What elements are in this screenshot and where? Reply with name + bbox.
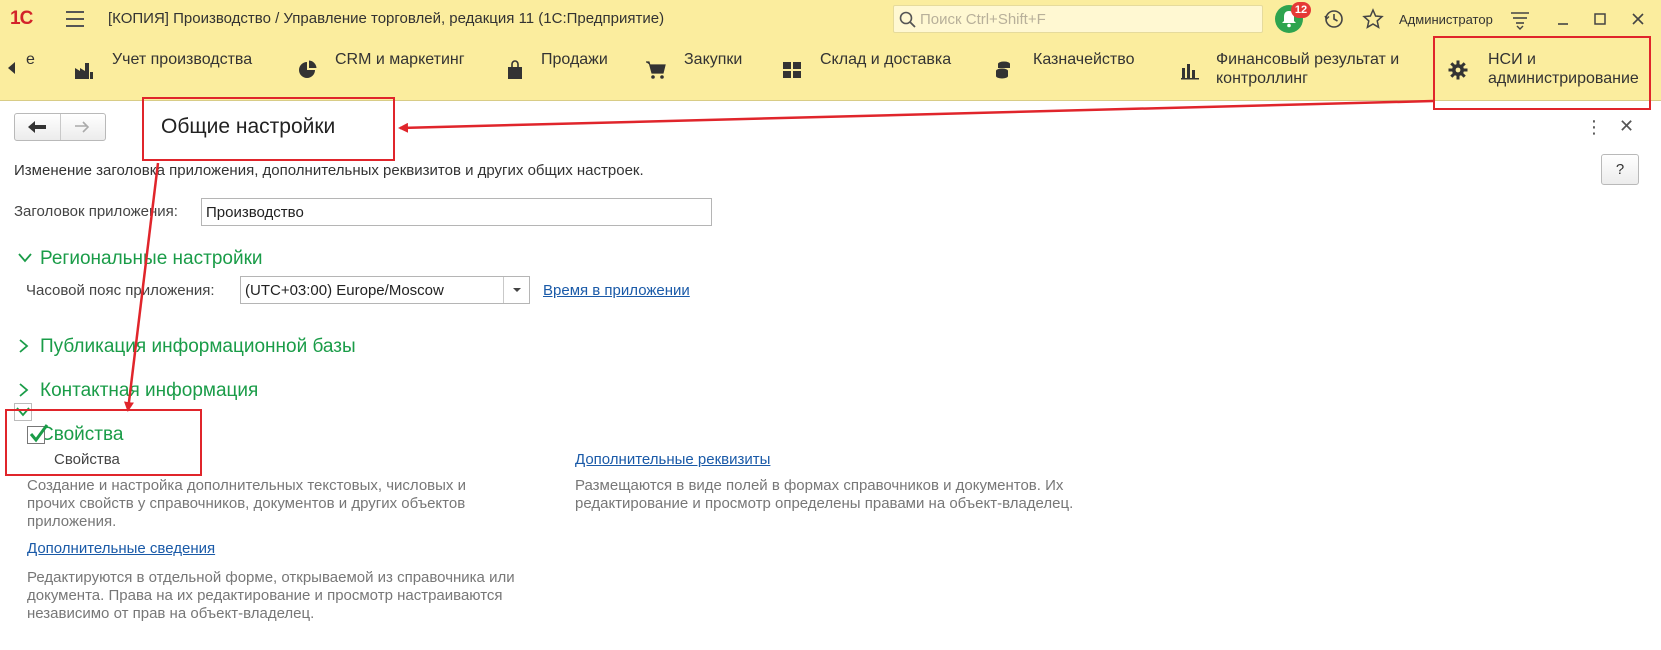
form-description: Изменение заголовка приложения, дополнит…: [14, 162, 644, 179]
chevron-down-icon[interactable]: [503, 277, 529, 303]
shopping-bag-icon: [505, 60, 525, 80]
section-sales[interactable]: Продажи: [541, 50, 608, 69]
timezone-value: (UTC+03:00) Europe/Moscow: [245, 282, 444, 299]
menu-icon[interactable]: [66, 11, 84, 27]
section-crm[interactable]: CRM и маркетинг: [335, 50, 465, 69]
timezone-select[interactable]: (UTC+03:00) Europe/Moscow: [240, 276, 530, 304]
regional-settings-header[interactable]: Региональные настройки: [40, 248, 263, 270]
bar-chart-icon: [1180, 60, 1200, 80]
coins-icon: [994, 60, 1014, 80]
minimize-button[interactable]: [1552, 8, 1574, 30]
arrow-right-icon: [74, 121, 89, 133]
app-time-link[interactable]: Время в приложении: [543, 282, 690, 299]
window-title: [КОПИЯ] Производство / Управление торгов…: [108, 10, 665, 27]
user-name[interactable]: Администратор: [1399, 12, 1493, 27]
warehouse-grid-icon: [782, 60, 802, 80]
app-title-input[interactable]: Производство: [201, 198, 712, 226]
history-icon[interactable]: [1323, 8, 1345, 30]
annotation-box-title: [142, 97, 395, 161]
help-button[interactable]: ?: [1601, 154, 1639, 185]
search-placeholder: Поиск Ctrl+Shift+F: [920, 11, 1046, 28]
extra-info-link[interactable]: Дополнительные сведения: [27, 540, 215, 557]
extra-attributes-link[interactable]: Дополнительные реквизиты: [575, 451, 770, 468]
notifications-badge: 12: [1291, 2, 1311, 18]
extra-info-note: Редактируются в отдельной форме, открыва…: [27, 569, 515, 622]
extra-attributes-note: Размещаются в виде полей в формах справо…: [575, 477, 1074, 512]
back-button[interactable]: [15, 114, 60, 140]
factory-icon: [74, 60, 94, 80]
forward-button[interactable]: [59, 114, 106, 140]
app-title-label: Заголовок приложения:: [14, 203, 178, 220]
arrow-left-icon: [28, 121, 47, 133]
close-form-icon[interactable]: ✕: [1619, 116, 1634, 137]
maximize-button[interactable]: [1589, 8, 1611, 30]
properties-note: Создание и настройка дополнительных текс…: [27, 477, 466, 530]
settings-menu-icon[interactable]: [1509, 8, 1531, 30]
cart-icon: [645, 60, 666, 80]
app-logo: 1С: [10, 8, 33, 29]
section-production[interactable]: Учет производства: [112, 50, 252, 69]
chevron-right-icon[interactable]: [19, 383, 29, 401]
star-icon[interactable]: [1362, 8, 1384, 30]
section-purchases[interactable]: Закупки: [684, 50, 742, 69]
annotation-box-admin: [1433, 36, 1651, 110]
more-actions-icon[interactable]: ⋮: [1585, 117, 1603, 138]
search-input[interactable]: Поиск Ctrl+Shift+F: [893, 5, 1263, 33]
chevron-right-icon[interactable]: [19, 339, 29, 357]
close-window-button[interactable]: [1627, 8, 1649, 30]
scroll-left-icon[interactable]: [8, 62, 15, 74]
section-partial[interactable]: е: [26, 50, 35, 69]
timezone-label: Часовой пояс приложения:: [26, 282, 215, 299]
nav-buttons: [14, 113, 106, 141]
contacts-header[interactable]: Контактная информация: [40, 380, 258, 402]
publication-header[interactable]: Публикация информационной базы: [40, 336, 356, 358]
annotation-box-properties: [5, 409, 202, 476]
pie-chart-icon: [297, 60, 317, 80]
section-treasury[interactable]: Казначейство: [1033, 50, 1134, 69]
sections-panel: е Учет производства CRM и маркетинг Прод…: [0, 38, 1661, 101]
section-warehouse[interactable]: Склад и доставка: [820, 50, 951, 69]
search-icon: [899, 11, 916, 28]
chevron-down-icon[interactable]: [18, 250, 32, 267]
section-finance[interactable]: Финансовый результат и контроллинг: [1216, 50, 1416, 88]
title-bar: 1С [КОПИЯ] Производство / Управление тор…: [0, 0, 1661, 38]
